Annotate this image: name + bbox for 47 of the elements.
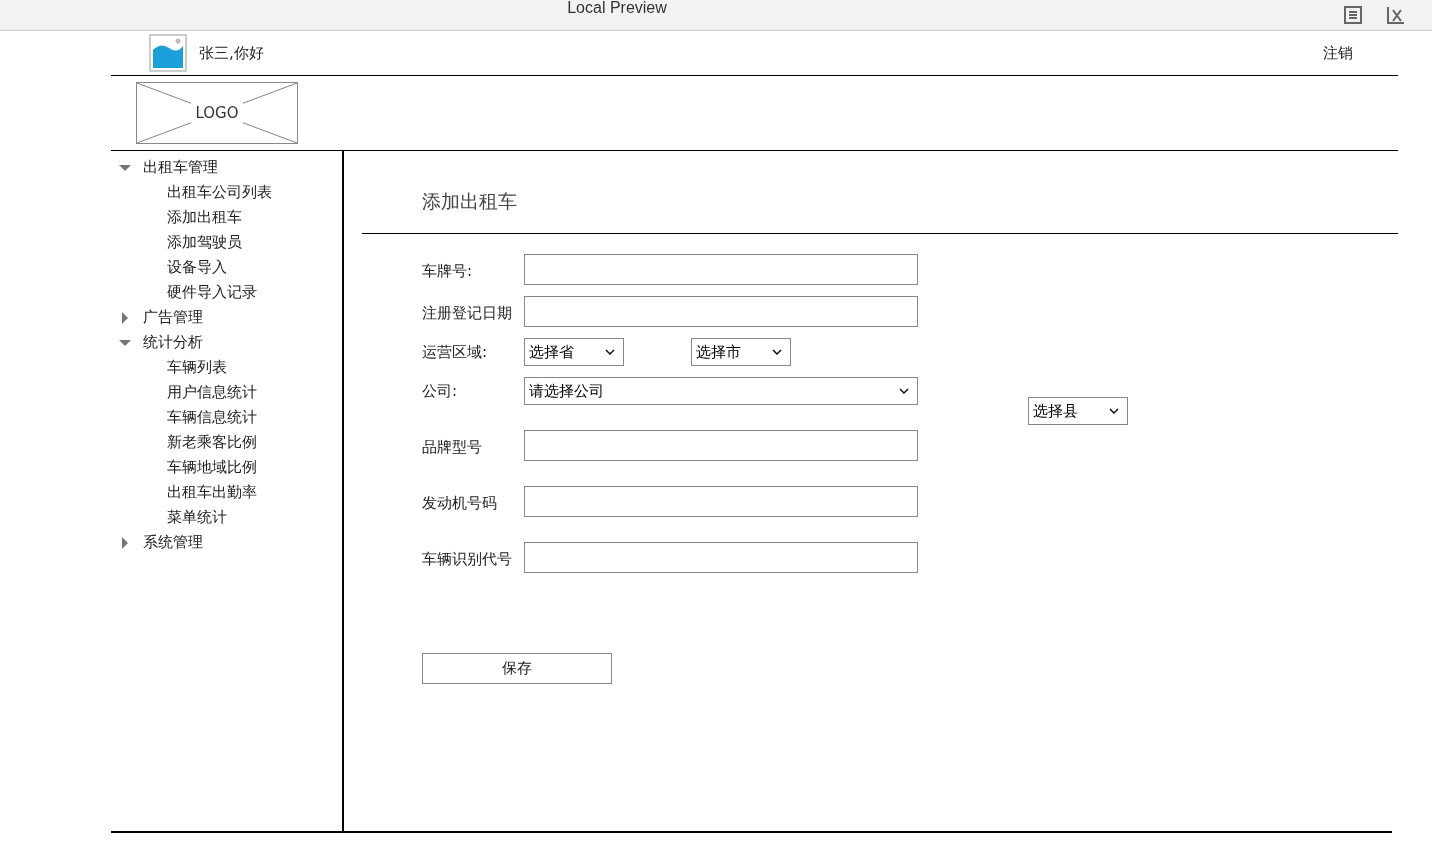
- window-title: Local Preview: [566, 0, 668, 17]
- tree-item[interactable]: 出租车管理: [111, 155, 342, 180]
- tree-item[interactable]: 新老乘客比例: [111, 430, 342, 455]
- chevron-down-icon: [899, 388, 909, 394]
- chevron-down-icon: [772, 349, 782, 355]
- tree-item[interactable]: 统计分析: [111, 330, 342, 355]
- expand-triangle-icon[interactable]: [119, 311, 131, 324]
- field-label: 公司:: [422, 382, 459, 402]
- expand-triangle-icon[interactable]: [119, 536, 131, 549]
- logo: LOGO: [136, 82, 298, 144]
- input-field[interactable]: [524, 542, 918, 573]
- dropdown[interactable]: 选择县: [1028, 397, 1128, 425]
- image-icon: [149, 34, 187, 72]
- tree-item[interactable]: 系统管理: [111, 530, 342, 555]
- input-field[interactable]: [524, 296, 918, 327]
- field-label: 品牌型号: [422, 438, 483, 458]
- dropdown[interactable]: 选择市: [691, 338, 791, 366]
- field-label: 注册登记日期: [422, 304, 513, 324]
- variable-icon[interactable]: [1386, 6, 1406, 24]
- logout-link[interactable]: 注销: [1323, 43, 1353, 63]
- dropdown[interactable]: 请选择公司: [524, 377, 918, 405]
- field-label: 车牌号:: [422, 262, 474, 282]
- save-button[interactable]: 保存: [422, 653, 612, 684]
- tree-item[interactable]: 车辆地域比例: [111, 455, 342, 480]
- field-label: 发动机号码: [422, 494, 498, 514]
- greeting-text: 张三,你好: [199, 43, 264, 63]
- tree-item[interactable]: 菜单统计: [111, 505, 342, 530]
- tree-item[interactable]: 添加驾驶员: [111, 230, 342, 255]
- input-field[interactable]: [524, 254, 918, 285]
- tree-item[interactable]: 车辆信息统计: [111, 405, 342, 430]
- chevron-down-icon: [605, 349, 615, 355]
- tree-item[interactable]: 出租车出勤率: [111, 480, 342, 505]
- tree-item[interactable]: 出租车公司列表: [111, 180, 342, 205]
- tree-item[interactable]: 用户信息统计: [111, 380, 342, 405]
- dropdown[interactable]: 选择省: [524, 338, 624, 366]
- tree-item[interactable]: 硬件导入记录: [111, 280, 342, 305]
- document-icon[interactable]: [1344, 6, 1362, 24]
- input-field[interactable]: [524, 486, 918, 517]
- tree-item[interactable]: 添加出租车: [111, 205, 342, 230]
- tree-item[interactable]: 车辆列表: [111, 355, 342, 380]
- tree-item[interactable]: 设备导入: [111, 255, 342, 280]
- input-field[interactable]: [524, 430, 918, 461]
- field-label: 车辆识别代号: [422, 550, 513, 570]
- tree-item[interactable]: 广告管理: [111, 305, 342, 330]
- chevron-down-icon: [1109, 408, 1119, 414]
- page-title: 添加出租车: [362, 151, 1398, 234]
- field-label: 运营区域:: [422, 343, 489, 363]
